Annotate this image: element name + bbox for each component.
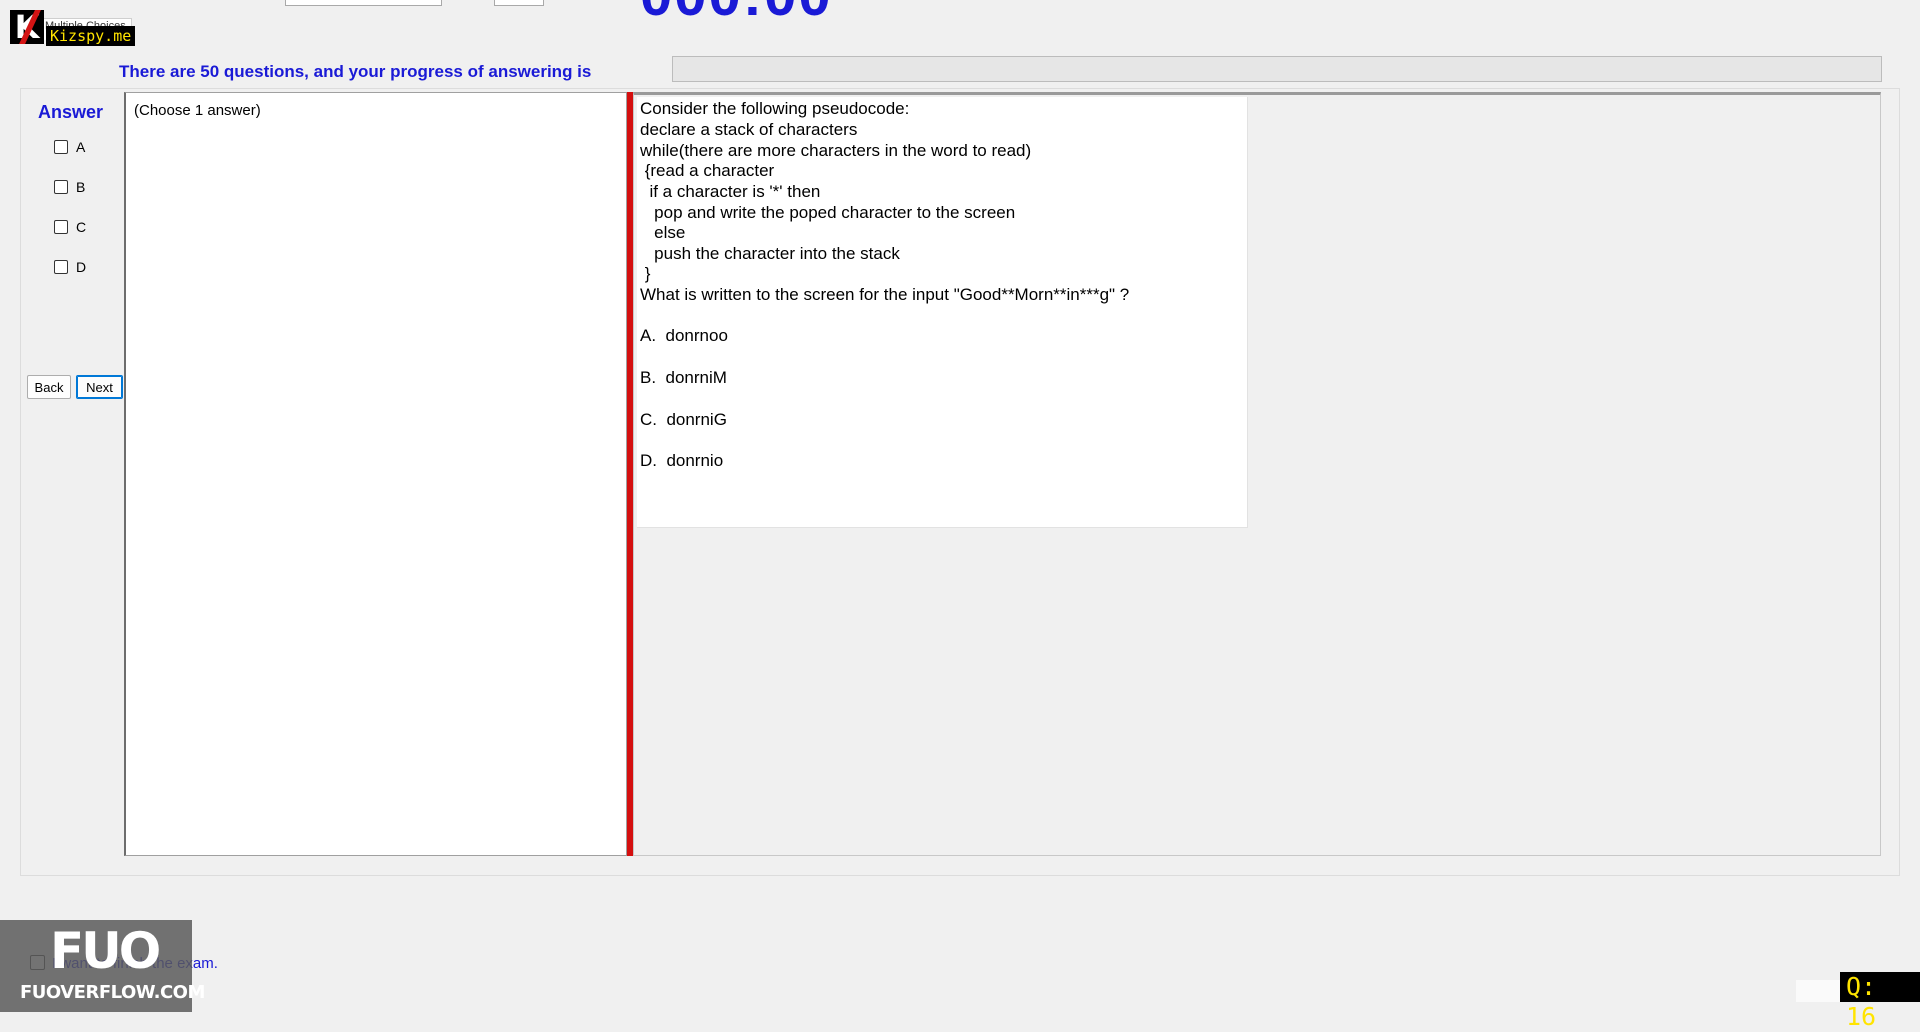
option-b[interactable]: B [54,179,85,195]
option-c-label: C [76,219,87,235]
fuo-logo-icon: FUO [50,922,161,980]
kizspy-logo-icon: K [10,10,44,44]
question-line: {read a character [640,161,775,180]
option-a-label: A [76,139,86,155]
choice-d-text: D. donrnio [640,451,724,470]
option-d[interactable]: D [54,259,86,275]
option-c[interactable]: C [54,219,86,235]
question-line: What is written to the screen for the in… [640,285,1130,304]
choice-c-text: C. donrniG [640,410,727,429]
choice-a-text: A. donrnoo [640,326,728,345]
checkbox-b[interactable] [54,180,68,194]
question-line: Consider the following pseudocode: [640,99,910,118]
counter-backdrop [1796,980,1841,1002]
question-counter: Q: 16 [1840,972,1920,1031]
progress-bar [672,56,1882,82]
answer-pane [124,92,627,856]
option-a[interactable]: A [54,139,85,155]
timer: 000:00 [640,0,833,29]
question-line: else [640,223,686,242]
checkbox-c[interactable] [54,220,68,234]
question-line: } [640,264,651,283]
checkbox-d[interactable] [54,260,68,274]
answer-title: Answer [38,102,104,122]
question-line: push the character into the stack [640,244,900,263]
question-line: while(there are more characters in the w… [640,141,1032,160]
question-line: declare a stack of characters [640,120,858,139]
choice-b-text: B. donrniM [640,368,727,387]
top-combo-2[interactable] [494,0,544,6]
next-button[interactable]: Next [76,375,123,399]
checkbox-a[interactable] [54,140,68,154]
top-combo-1[interactable] [285,0,442,6]
option-b-label: B [76,179,86,195]
question-line: pop and write the poped character to the… [640,203,1016,222]
option-d-label: D [76,259,87,275]
back-button[interactable]: Back [27,375,71,399]
choose-hint: (Choose 1 answer) [134,102,261,119]
progress-label: There are 50 questions, and your progres… [119,62,592,81]
kizspy-watermark: Kizspy.me [46,26,136,46]
fuo-watermark-text: FUOVERFLOW.COM [20,982,205,1003]
question-line: if a character is '*' then [640,182,821,201]
